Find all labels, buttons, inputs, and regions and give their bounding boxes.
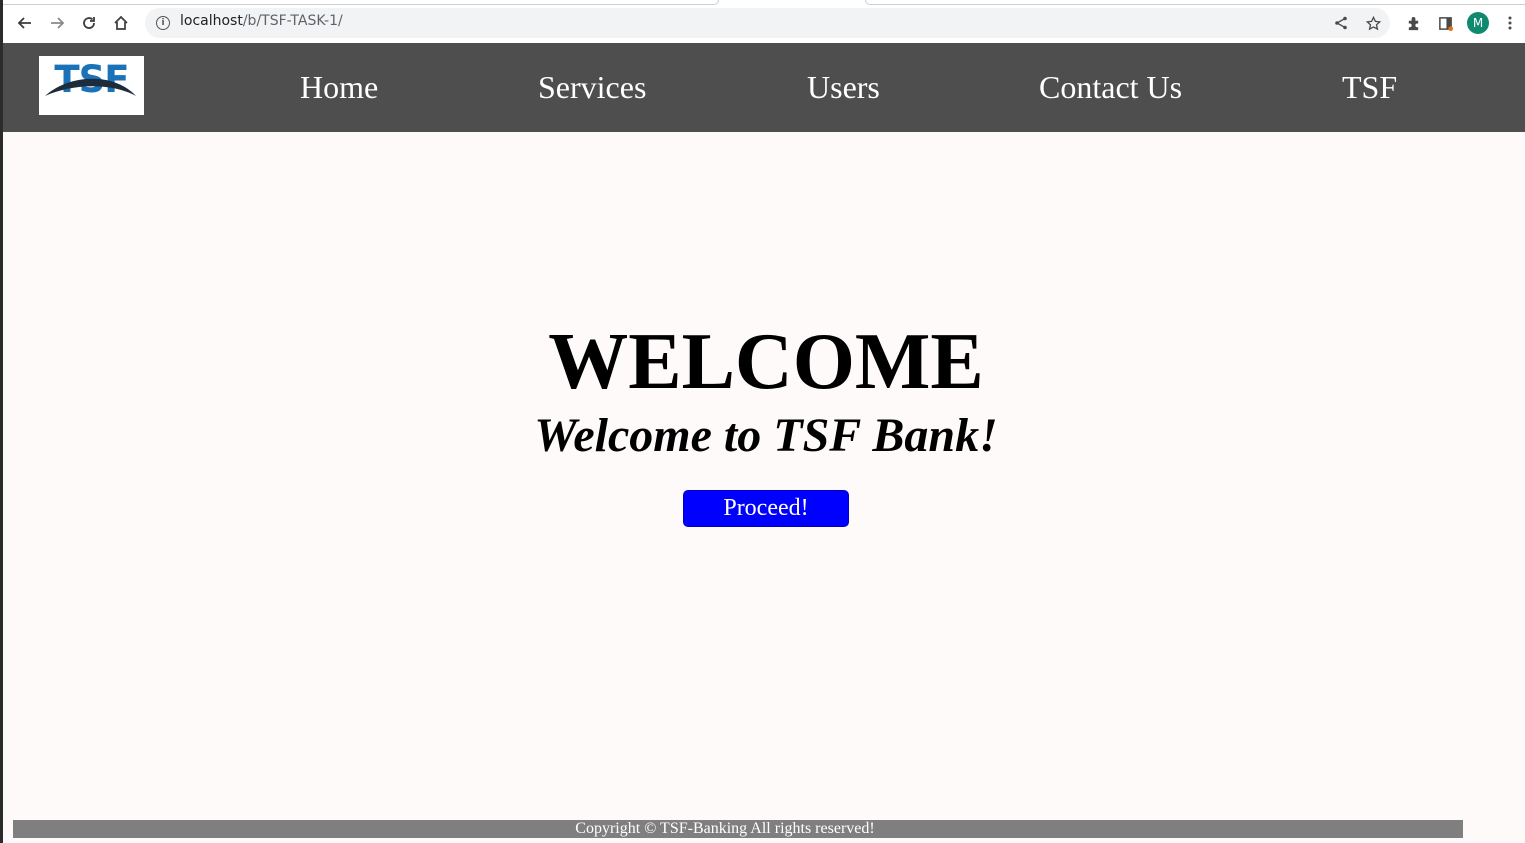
nav-contact-us[interactable]: Contact Us [1039,67,1182,107]
nav-tsf[interactable]: TSF [1342,67,1397,107]
forward-icon[interactable] [44,10,70,36]
nav-services[interactable]: Services [538,67,646,107]
tsf-logo[interactable]: TSF [39,56,144,115]
welcome-subheading: Welcome to TSF Bank! [534,409,998,462]
browser-toolbar: i localhost/b/TSF-TASK-1/ M [3,0,1525,43]
footer: Copyright © TSF-Banking All rights reser… [13,820,1463,838]
nav-home[interactable]: Home [300,67,378,107]
avatar[interactable]: M [1467,12,1489,34]
url-text[interactable]: localhost/b/TSF-TASK-1/ [180,13,343,29]
info-icon[interactable]: i [156,16,170,30]
menu-icon[interactable] [1499,12,1521,34]
home-icon[interactable] [108,10,134,36]
copyright-text: Copyright © TSF-Banking All rights reser… [575,820,875,837]
reload-icon[interactable] [76,10,102,36]
nav-users[interactable]: Users [807,67,880,107]
tab-edge [865,0,1525,5]
logo-swoosh [45,78,136,96]
proceed-button[interactable]: Proceed! [683,490,849,527]
star-icon[interactable] [1362,12,1384,34]
extensions-icon[interactable] [1402,12,1424,34]
site-navbar: TSF Home Services Users Contact Us TSF [3,43,1525,132]
tab-edge [3,0,719,5]
sidebar-icon[interactable] [1434,12,1456,34]
welcome-heading: WELCOME [548,318,984,406]
share-icon[interactable] [1330,12,1352,34]
back-icon[interactable] [12,10,38,36]
